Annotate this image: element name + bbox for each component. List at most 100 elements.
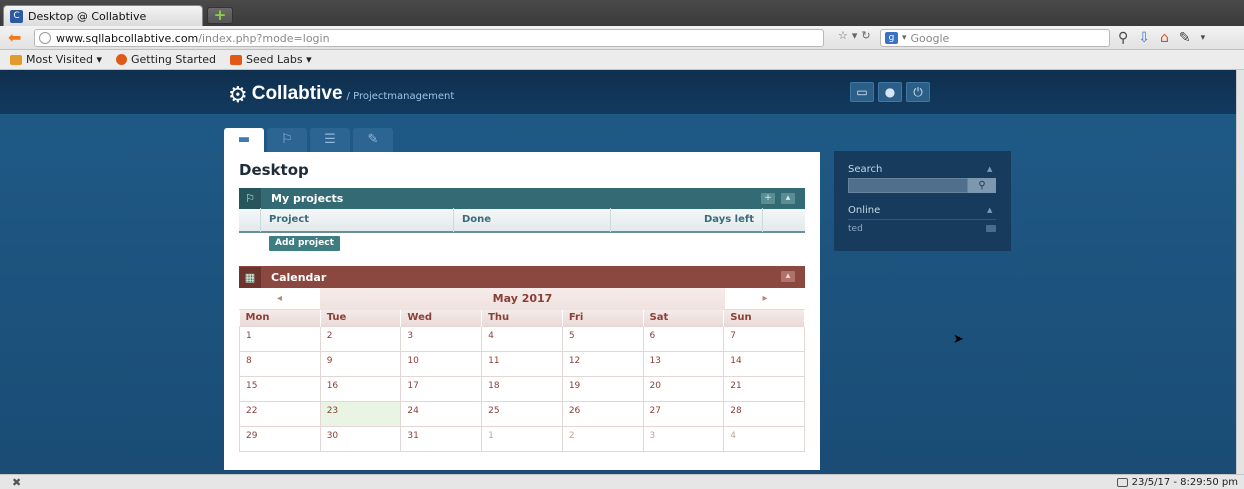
back-arrow-icon[interactable]: ⬅ [8,29,30,47]
column-spacer [239,208,261,232]
calendar-day[interactable]: 19 [561,375,644,402]
collapse-arrow-icon[interactable]: ▴ [781,193,795,204]
bookmark-seed-labs[interactable]: Seed Labs ▾ [230,53,312,66]
calendar-day[interactable]: 20 [642,375,725,402]
engine-dropdown-icon[interactable]: ▾ [902,33,907,43]
close-icon[interactable]: ✖ [12,475,21,489]
bookmark-most-visited[interactable]: Most Visited ▾ [10,53,102,66]
calendar-day[interactable]: 29 [239,425,321,452]
calendar-day-next-month[interactable]: 3 [642,425,725,452]
menu-dropdown-icon[interactable]: ▾ [1201,29,1206,47]
app-header: ⚙ Collabtive / Projectmanagement ▭ ● ⏻ [0,70,1236,114]
bookmark-getting-started[interactable]: Getting Started [115,53,216,66]
calendar-day[interactable]: 24 [400,400,483,427]
search-icon[interactable]: ⚲ [968,178,996,193]
prev-month-button[interactable]: ◂ [239,288,320,310]
search-engine-box[interactable]: g ▾ Google [880,29,1110,47]
calendar-day[interactable]: 9 [319,350,402,377]
calendar-day[interactable]: 10 [400,350,483,377]
bookmark-star-icon[interactable]: ☆ [838,29,848,42]
dropdown-arrow-icon[interactable]: ▾ [852,29,858,42]
calendar-day[interactable]: 5 [561,325,644,352]
calendar-day-next-month[interactable]: 2 [561,425,644,452]
calendar-icon: ▦ [239,266,261,288]
calendar-day[interactable]: 31 [400,425,483,452]
tab-projects-icon[interactable]: ⚐ [267,128,307,152]
url-bar-actions: ☆ ▾ ↻ [838,29,871,42]
message-icon[interactable] [986,225,996,232]
collabtive-page: ⚙ Collabtive / Projectmanagement ▭ ● ⏻ ▬… [0,70,1236,474]
calendar-day[interactable]: 14 [723,350,805,377]
collapse-caret-icon[interactable]: ▲ [987,206,992,214]
calendar-day[interactable]: 13 [642,350,725,377]
extension-icon[interactable]: ✎ [1179,29,1191,47]
calendar-day[interactable]: 6 [642,325,725,352]
calendar-day[interactable]: 7 [723,325,805,352]
online-user[interactable]: ted [848,224,863,234]
firefox-icon [115,54,127,65]
page-scrollbar[interactable] [1236,70,1244,474]
calendar-day[interactable]: 30 [319,425,402,452]
calendar-month-nav: ◂ May 2017 ▸ [239,288,805,310]
next-month-button[interactable]: ▸ [725,288,805,310]
column-project[interactable]: Project [261,208,454,232]
tab-edit-pencil-icon[interactable]: ✎ [353,128,393,152]
weekday-label: Tue [320,310,402,326]
bookmark-label: Seed Labs ▾ [246,53,312,66]
page-title: Desktop [239,161,309,179]
search-icon[interactable]: ⚲ [1118,29,1128,47]
collapse-caret-icon[interactable]: ▲ [987,165,992,173]
weekday-label: Thu [481,310,563,326]
projects-table-header: Project Done Days left [239,208,805,233]
collapse-arrow-icon[interactable]: ▴ [781,271,795,282]
calendar-day[interactable]: 15 [239,375,321,402]
user-profile-icon[interactable]: ● [878,82,902,102]
desktop-monitor-icon[interactable]: ▭ [850,82,874,102]
add-project-button[interactable]: Add project [269,236,340,251]
calendar-header: ▦ Calendar ▴ [239,266,805,288]
tab-tasks-clipboard-icon[interactable]: ☰ [310,128,350,152]
download-arrow-icon[interactable]: ⇩ [1138,29,1150,47]
app-logo[interactable]: ⚙ Collabtive / Projectmanagement [228,80,454,108]
sidebar-search-input[interactable] [848,178,968,193]
calendar-day[interactable]: 25 [481,400,563,427]
calendar-day[interactable]: 18 [481,375,563,402]
calendar-day-next-month[interactable]: 4 [723,425,805,452]
add-plus-icon[interactable]: + [761,193,775,204]
tab-desktop-monitor-icon[interactable]: ▬ [224,128,264,153]
reload-icon[interactable]: ↻ [861,29,870,42]
desktop-panel: Desktop ⚐ My projects + ▴ Project Done D… [224,152,820,470]
calendar-title: Calendar [271,270,327,284]
globe-icon [39,32,51,44]
calendar-day[interactable]: 8 [239,350,321,377]
calendar-day[interactable]: 1 [239,325,321,352]
calendar-day-today[interactable]: 23 [319,400,402,427]
calendar-day[interactable]: 28 [723,400,805,427]
calendar-day[interactable]: 17 [400,375,483,402]
weekday-label: Sun [723,310,805,326]
calendar-day[interactable]: 4 [481,325,563,352]
search-engine-icon[interactable]: g [885,32,898,44]
logout-power-icon[interactable]: ⏻ [906,82,930,102]
calendar-day[interactable]: 27 [642,400,725,427]
folder-icon [230,54,243,65]
calendar-day[interactable]: 26 [561,400,644,427]
calendar-day[interactable]: 3 [400,325,483,352]
calendar-day[interactable]: 2 [319,325,402,352]
calendar-day[interactable]: 16 [319,375,402,402]
calendar-day-next-month[interactable]: 1 [481,425,563,452]
home-icon[interactable]: ⌂ [1160,29,1169,47]
browser-nav-bar: ⬅ www.sqllabcollabtive.com/index.php?mod… [0,26,1244,50]
calendar-day[interactable]: 12 [561,350,644,377]
my-projects-title: My projects [271,192,344,205]
column-days-left[interactable]: Days left [611,208,763,232]
status-clock: 23/5/17 - 8:29:50 pm [1116,475,1238,489]
calendar-day[interactable]: 11 [481,350,563,377]
browser-tab[interactable]: C Desktop @ Collabtive [3,5,203,26]
calendar-day[interactable]: 22 [239,400,321,427]
new-tab-button[interactable]: + [207,7,233,24]
calendar-day[interactable]: 21 [723,375,805,402]
url-bar[interactable]: www.sqllabcollabtive.com/index.php?mode=… [34,29,824,47]
calendar-week: 29 30 31 1 2 3 4 [239,425,805,452]
column-done[interactable]: Done [454,208,611,232]
